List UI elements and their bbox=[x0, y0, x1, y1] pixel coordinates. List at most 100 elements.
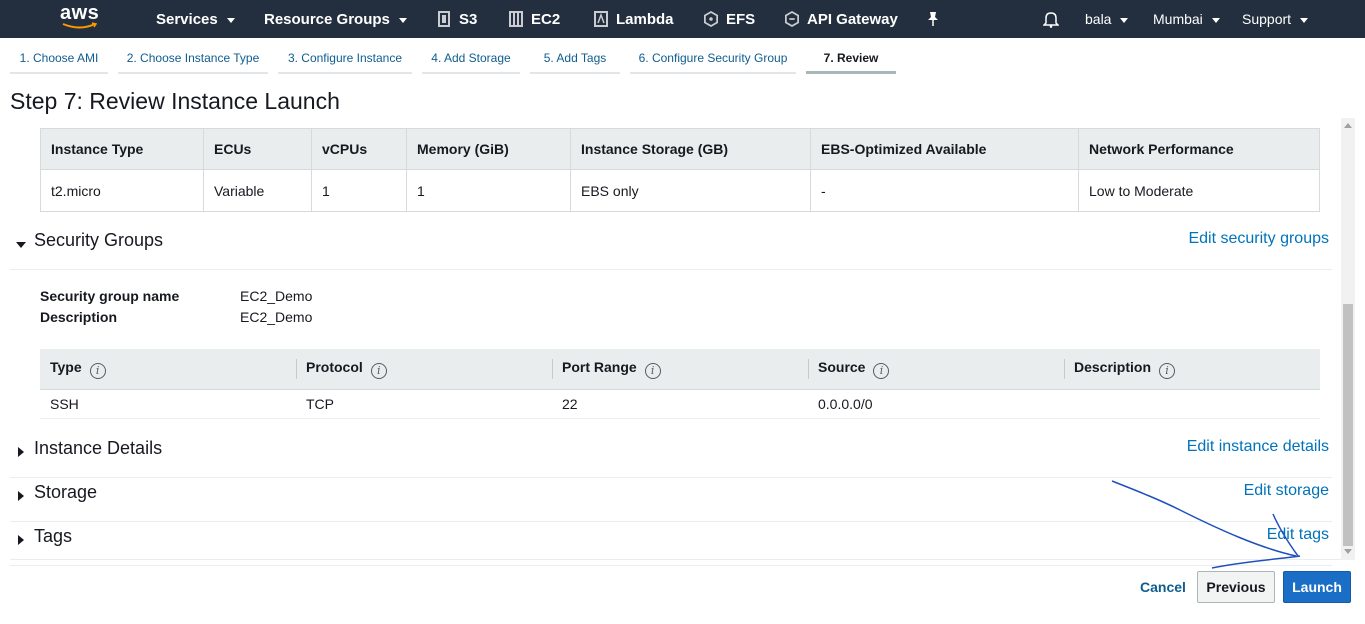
security-rules-table: Type i Protocol i Port Range i Source i Desc… bbox=[40, 349, 1320, 419]
column-divider bbox=[808, 359, 809, 379]
pin-button[interactable] bbox=[926, 0, 940, 38]
table-row: t2.micro Variable 1 1 EBS only - Low to … bbox=[40, 169, 1320, 212]
caret-right-icon bbox=[18, 535, 24, 545]
column-header-description: Description i bbox=[1064, 349, 1320, 390]
info-icon[interactable]: i bbox=[644, 362, 661, 379]
support-menu[interactable]: Support bbox=[1242, 0, 1309, 38]
resource-groups-menu[interactable]: Resource Groups bbox=[264, 0, 407, 38]
shortcut-s3[interactable]: S3 bbox=[437, 0, 477, 38]
aws-logo[interactable]: aws bbox=[60, 3, 104, 35]
launch-button[interactable]: Launch bbox=[1283, 571, 1351, 603]
table-cell: EBS only bbox=[570, 169, 811, 212]
instance-type-table: Instance Type ECUs vCPUs Memory (GiB) In… bbox=[40, 128, 1320, 212]
column-divider bbox=[296, 359, 297, 379]
security-group-name-label: Security group name bbox=[40, 288, 180, 304]
scrollbar-thumb[interactable] bbox=[1343, 304, 1353, 546]
section-title: Tags bbox=[34, 526, 73, 546]
info-icon[interactable]: i bbox=[370, 362, 387, 379]
table-cell: 22 bbox=[552, 389, 808, 419]
efs-label: EFS bbox=[726, 10, 756, 28]
previous-button[interactable]: Previous bbox=[1197, 571, 1275, 603]
shortcut-api-gateway[interactable]: API Gateway bbox=[785, 0, 898, 38]
vertical-scrollbar[interactable] bbox=[1341, 118, 1355, 560]
column-divider bbox=[1064, 359, 1065, 379]
table-cell: Low to Moderate bbox=[1078, 169, 1320, 212]
column-header-label: Protocol bbox=[306, 359, 363, 375]
caret-right-icon bbox=[18, 491, 24, 501]
tab-choose-instance-type[interactable]: 2. Choose Instance Type bbox=[118, 46, 268, 74]
s3-label: S3 bbox=[459, 10, 478, 28]
edit-security-groups-link[interactable]: Edit security groups bbox=[1188, 230, 1329, 248]
chevron-down-icon bbox=[1300, 17, 1309, 23]
column-header-type: Type i bbox=[40, 349, 296, 390]
storage-section-header[interactable]: Storage Edit storage bbox=[10, 478, 1332, 522]
tab-configure-instance[interactable]: 3. Configure Instance bbox=[278, 46, 412, 74]
tags-section-header[interactable]: Tags Edit tags bbox=[10, 522, 1332, 566]
chevron-down-icon bbox=[1211, 17, 1220, 23]
section-title: Instance Details bbox=[34, 438, 163, 458]
edit-instance-details-link[interactable]: Edit instance details bbox=[1187, 438, 1329, 456]
s3-icon bbox=[437, 10, 451, 28]
lambda-icon bbox=[594, 10, 608, 28]
services-label: Services bbox=[156, 10, 218, 28]
description-value: EC2_Demo bbox=[240, 309, 313, 325]
notifications-button[interactable] bbox=[1043, 0, 1059, 38]
column-header-label: Port Range bbox=[562, 359, 637, 375]
cancel-button[interactable]: Cancel bbox=[1131, 571, 1195, 603]
support-label: Support bbox=[1242, 11, 1292, 27]
table-header-row: Instance Type ECUs vCPUs Memory (GiB) In… bbox=[40, 128, 1320, 170]
api-gateway-label: API Gateway bbox=[807, 10, 898, 28]
chevron-down-icon bbox=[398, 17, 407, 23]
section-title: Storage bbox=[34, 482, 98, 502]
table-cell: t2.micro bbox=[40, 169, 204, 212]
edit-tags-link[interactable]: Edit tags bbox=[1267, 526, 1329, 544]
chevron-down-icon bbox=[1120, 17, 1129, 23]
security-groups-section-header[interactable]: Security Groups Edit security groups bbox=[10, 226, 1332, 270]
info-icon[interactable]: i bbox=[89, 362, 106, 379]
column-header-label: Source bbox=[818, 359, 866, 375]
table-cell bbox=[1064, 389, 1320, 419]
info-icon[interactable]: i bbox=[1159, 362, 1176, 379]
scroll-up-arrow-icon[interactable] bbox=[1344, 123, 1352, 128]
wizard-steps: 1. Choose AMI 2. Choose Instance Type 3.… bbox=[0, 38, 1365, 76]
services-menu[interactable]: Services bbox=[156, 0, 235, 38]
shortcut-lambda[interactable]: Lambda bbox=[594, 0, 674, 38]
region-menu[interactable]: Mumbai bbox=[1153, 0, 1220, 38]
column-header-protocol: Protocol i bbox=[296, 349, 552, 390]
instance-details-section-header[interactable]: Instance Details Edit instance details bbox=[10, 434, 1332, 478]
table-cell: 1 bbox=[406, 169, 571, 212]
tab-review[interactable]: 7. Review bbox=[806, 46, 896, 74]
chevron-down-icon bbox=[226, 17, 235, 23]
api-gateway-icon bbox=[785, 10, 799, 28]
column-header: Memory (GiB) bbox=[406, 128, 571, 170]
aws-logo-text: aws bbox=[60, 2, 100, 24]
tab-configure-security-group[interactable]: 6. Configure Security Group bbox=[630, 46, 796, 74]
table-header-row: Type i Protocol i Port Range i Source i Desc… bbox=[40, 349, 1320, 390]
tab-add-tags[interactable]: 5. Add Tags bbox=[530, 46, 620, 74]
column-header: Network Performance bbox=[1078, 128, 1320, 170]
tab-choose-ami[interactable]: 1. Choose AMI bbox=[10, 46, 108, 74]
edit-storage-link[interactable]: Edit storage bbox=[1244, 482, 1329, 500]
resource-groups-label: Resource Groups bbox=[264, 10, 390, 28]
column-header: EBS-Optimized Available bbox=[810, 128, 1079, 170]
bell-icon bbox=[1043, 12, 1059, 28]
column-header-port-range: Port Range i bbox=[552, 349, 808, 390]
column-header-label: Type bbox=[50, 359, 82, 375]
table-row: SSH TCP 22 0.0.0.0/0 bbox=[40, 389, 1320, 419]
column-header-label: Description bbox=[1074, 359, 1152, 375]
shortcut-ec2[interactable]: EC2 bbox=[509, 0, 560, 38]
column-header-source: Source i bbox=[808, 349, 1064, 390]
section-title: Security Groups bbox=[34, 230, 164, 250]
table-cell: 1 bbox=[311, 169, 407, 212]
info-icon[interactable]: i bbox=[873, 362, 890, 379]
column-header: ECUs bbox=[203, 128, 312, 170]
user-menu[interactable]: bala bbox=[1085, 0, 1129, 38]
ec2-icon bbox=[509, 10, 523, 28]
table-cell: TCP bbox=[296, 389, 552, 419]
page-title: Step 7: Review Instance Launch bbox=[10, 88, 340, 114]
shortcut-efs[interactable]: EFS bbox=[704, 0, 755, 38]
tab-add-storage[interactable]: 4. Add Storage bbox=[422, 46, 520, 74]
scroll-down-arrow-icon[interactable] bbox=[1344, 549, 1352, 554]
user-name: bala bbox=[1085, 11, 1112, 27]
caret-right-icon bbox=[18, 447, 24, 457]
